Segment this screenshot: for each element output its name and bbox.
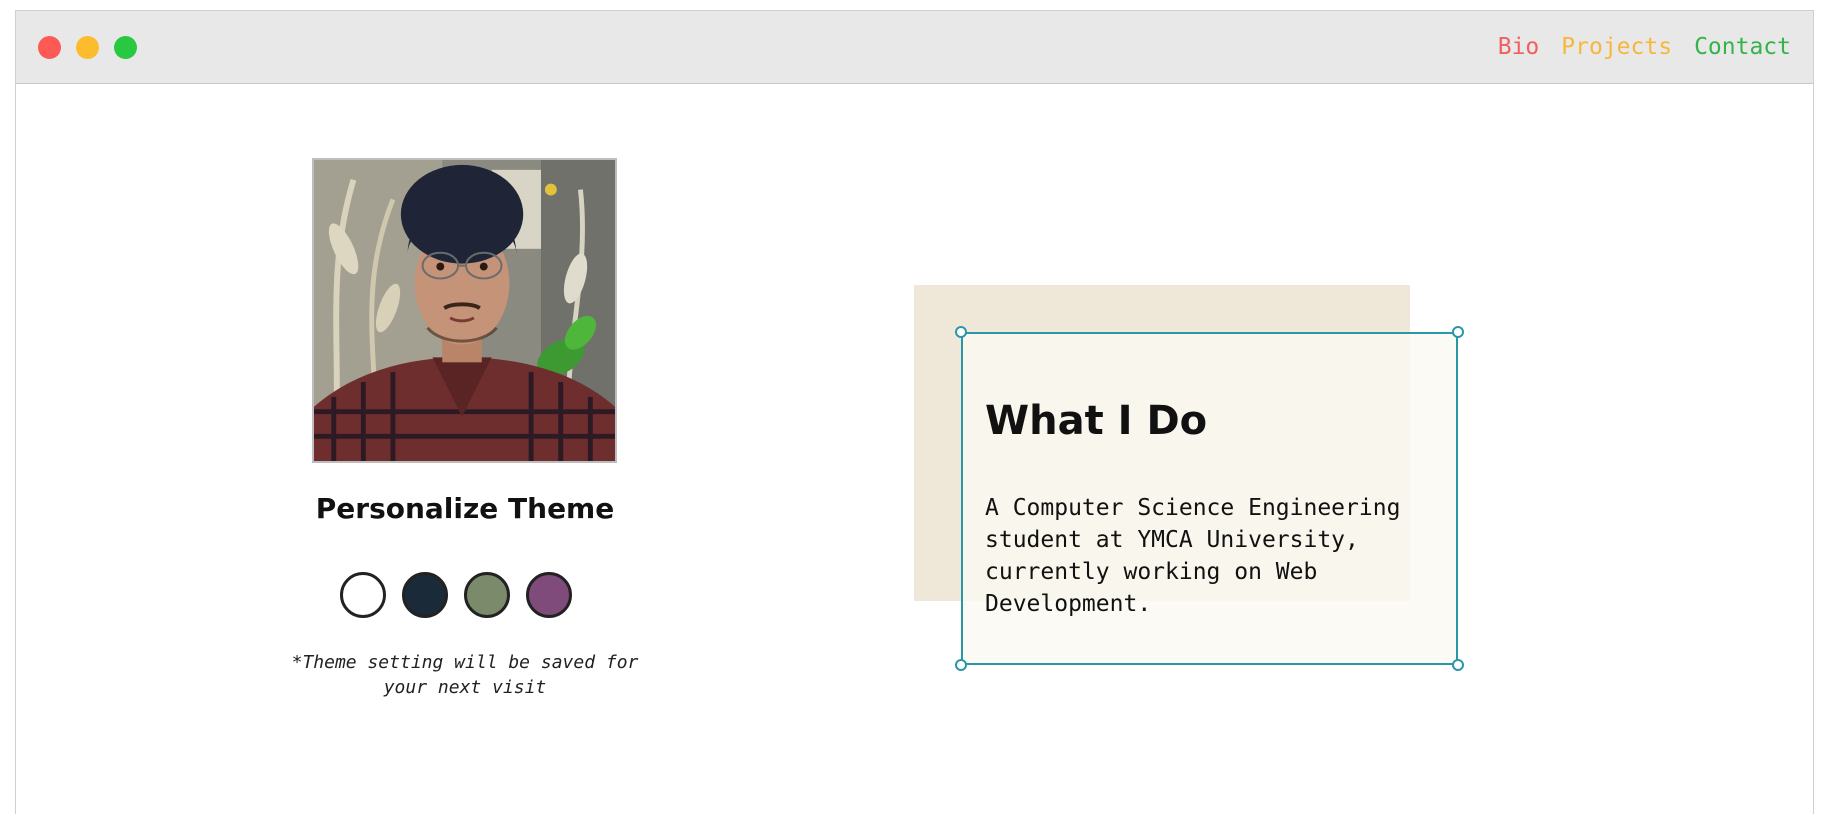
resize-handle-top-right[interactable] [1452,326,1464,338]
what-i-do-description: A Computer Science Engineering student a… [985,495,1401,617]
theme-section-title: Personalize Theme [315,492,615,525]
nav-link-bio[interactable]: Bio [1498,34,1540,60]
theme-swatches [340,572,572,618]
profile-photo [312,158,617,463]
top-nav: Bio Projects Contact [1498,11,1791,83]
what-i-do-heading: What I Do [985,398,1208,444]
maximize-window-button[interactable] [114,36,137,59]
what-i-do-card[interactable]: What I Do A Computer Science Engineering… [955,326,1464,671]
nav-link-projects[interactable]: Projects [1561,34,1672,60]
theme-swatch-green[interactable] [464,572,510,618]
title-bar: Bio Projects Contact [16,11,1813,84]
theme-save-note: *Theme setting will be saved for your ne… [291,652,639,698]
theme-swatch-purple[interactable] [526,572,572,618]
resize-handle-bottom-right[interactable] [1452,659,1464,671]
close-window-button[interactable] [38,36,61,59]
theme-swatch-light[interactable] [340,572,386,618]
resize-handle-bottom-left[interactable] [955,659,967,671]
theme-swatch-dark-blue[interactable] [402,572,448,618]
minimize-window-button[interactable] [76,36,99,59]
resize-handle-top-left[interactable] [955,326,967,338]
nav-link-contact[interactable]: Contact [1694,34,1791,60]
